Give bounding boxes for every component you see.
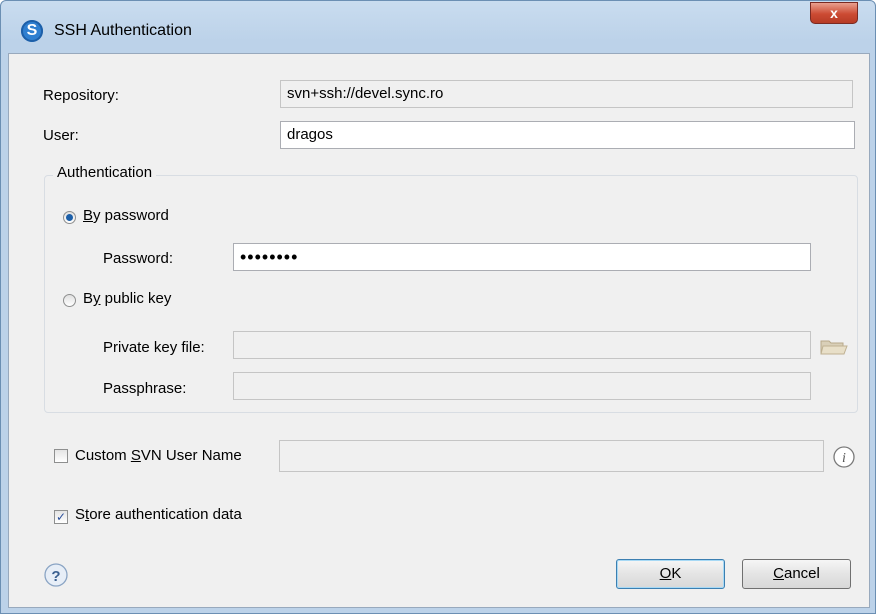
passphrase-label: Passphrase: bbox=[103, 380, 187, 397]
svg-text:?: ? bbox=[51, 568, 60, 585]
svg-text:i: i bbox=[842, 451, 846, 466]
close-button[interactable]: x bbox=[810, 2, 858, 24]
by-public-key-radio[interactable] bbox=[63, 294, 76, 307]
store-auth-checkbox[interactable]: ✓ bbox=[54, 510, 68, 524]
folder-icon[interactable] bbox=[819, 336, 849, 358]
window-title: SSH Authentication bbox=[54, 22, 192, 39]
repository-label: Repository: bbox=[43, 87, 119, 104]
custom-svn-user-field bbox=[279, 440, 824, 472]
user-field[interactable]: dragos bbox=[280, 121, 855, 149]
password-field[interactable]: •••••••• bbox=[233, 243, 811, 271]
custom-svn-user-checkbox[interactable] bbox=[54, 449, 68, 463]
info-icon[interactable]: i bbox=[832, 445, 856, 469]
dialog-body: Repository: svn+ssh://devel.sync.ro User… bbox=[8, 53, 870, 608]
help-icon[interactable]: ? bbox=[43, 562, 69, 588]
ok-button[interactable]: OK bbox=[616, 559, 725, 589]
by-password-radio[interactable] bbox=[63, 211, 76, 224]
store-auth-label[interactable]: Store authentication data bbox=[75, 506, 242, 523]
by-password-label[interactable]: By password bbox=[83, 207, 169, 224]
passphrase-field bbox=[233, 372, 811, 400]
private-key-file-label: Private key file: bbox=[103, 339, 205, 356]
user-label: User: bbox=[43, 127, 79, 144]
app-logo-icon: S bbox=[21, 20, 43, 42]
private-key-file-field bbox=[233, 331, 811, 359]
custom-svn-user-label[interactable]: Custom SVN User Name bbox=[75, 447, 242, 464]
repository-field: svn+ssh://devel.sync.ro bbox=[280, 80, 853, 108]
authentication-group-title: Authentication bbox=[53, 164, 157, 181]
dialog-window: S SSH Authentication x Repository: svn+s… bbox=[0, 0, 876, 614]
cancel-button[interactable]: Cancel bbox=[742, 559, 851, 589]
password-label: Password: bbox=[103, 250, 174, 267]
by-public-key-label[interactable]: By public key bbox=[83, 290, 171, 307]
title-bar: S SSH Authentication x bbox=[1, 1, 875, 53]
